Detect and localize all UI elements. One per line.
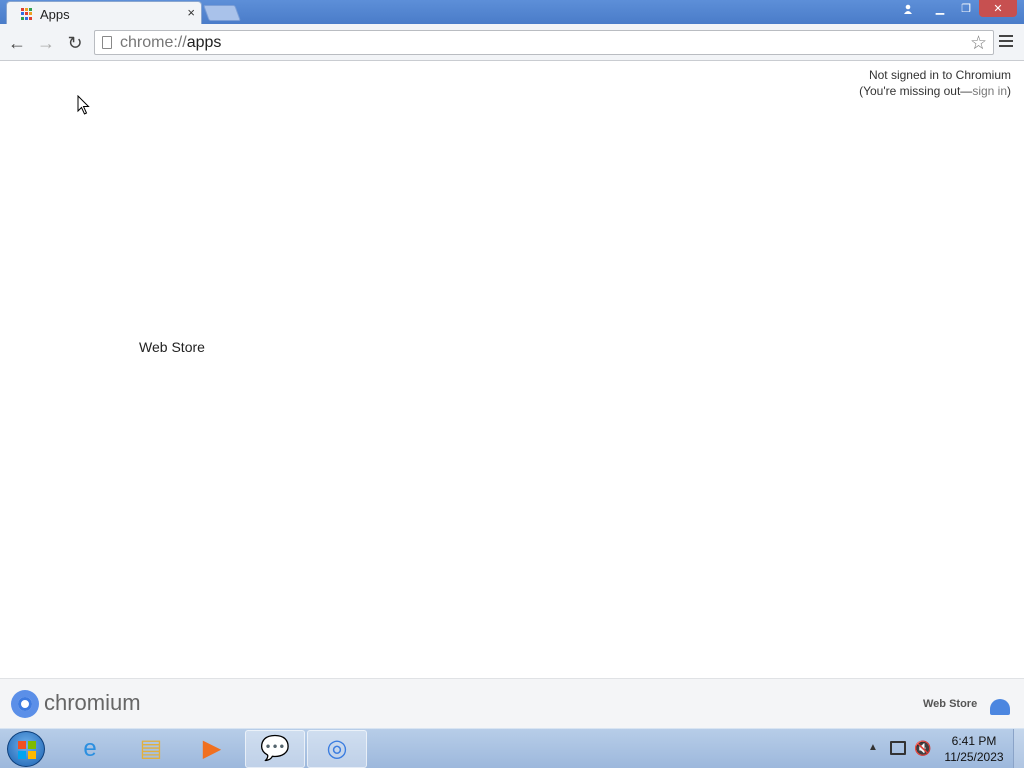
messenger-glyph: 💬 — [260, 735, 290, 762]
system-clock[interactable]: 6:41 PM 11/25/2023 — [938, 733, 1010, 765]
tab-strip: Apps × ▁ ❐ ✕ — [0, 0, 1024, 25]
back-button[interactable]: ← — [6, 32, 28, 54]
chromium-glyph: ◎ — [326, 735, 348, 762]
show-hidden-icons-chevron-icon[interactable]: ▲ — [868, 742, 878, 753]
clock-date: 11/25/2023 — [944, 750, 1004, 764]
show-desktop-button[interactable] — [1013, 729, 1024, 768]
footer-web-store-link[interactable]: Web Store — [923, 698, 977, 710]
signin-status: Not signed in to Chromium — [868, 68, 1011, 82]
clock-time: 6:41 PM — [951, 734, 997, 748]
ie-glyph: e — [83, 735, 97, 762]
url-host: apps — [186, 34, 222, 51]
signin-promo: Not signed in to Chromium (You're missin… — [859, 67, 1011, 99]
tab-title: Apps — [40, 7, 70, 22]
footer-brand: chromium — [44, 690, 141, 715]
web-store-icon[interactable] — [990, 699, 1010, 715]
volume-muted-icon[interactable]: 🔇 — [914, 740, 931, 757]
taskbar-file-explorer-icon[interactable]: ▤ — [121, 730, 181, 768]
close-window-button[interactable]: ✕ — [979, 0, 1017, 17]
media-glyph: ▶ — [202, 735, 222, 762]
windows-logo-icon — [18, 741, 36, 759]
forward-button[interactable]: → — [35, 32, 57, 54]
chromium-logo-icon — [11, 690, 39, 718]
tab-close-icon[interactable]: × — [187, 6, 195, 20]
signin-prompt: (You're missing out—sign in) — [859, 83, 1011, 99]
taskbar: e ▤ ▶ 💬 ◎ ▲ 🔇 6:41 PM 11/25/2023 — [0, 728, 1024, 768]
app-tile-web-store[interactable]: Web Store — [110, 332, 234, 362]
signin-prompt-end: ) — [1007, 84, 1011, 98]
hamburger-menu-icon[interactable] — [999, 35, 1013, 49]
signin-prompt-text: (You're missing out— — [859, 84, 973, 98]
taskbar-media-player-icon[interactable]: ▶ — [182, 730, 242, 768]
app-tile-label: Web Store — [139, 339, 205, 355]
reload-button[interactable]: ↻ — [64, 32, 86, 54]
apps-grid-icon — [21, 8, 33, 20]
mouse-cursor-icon — [77, 95, 90, 115]
address-bar[interactable]: chrome://apps ☆ — [94, 30, 994, 55]
taskbar-messenger-icon[interactable]: 💬 — [245, 730, 305, 768]
network-icon[interactable] — [890, 741, 906, 755]
signin-link[interactable]: sign in — [972, 84, 1007, 98]
tab-apps[interactable]: Apps × — [6, 1, 202, 25]
folder-glyph: ▤ — [139, 735, 163, 762]
apps-page-footer: chromium Web Store — [0, 678, 1024, 728]
maximize-button[interactable]: ❐ — [953, 0, 979, 17]
start-button[interactable] — [7, 731, 45, 767]
url-text[interactable]: chrome://apps — [120, 34, 221, 52]
browser-toolbar: ← → ↻ chrome://apps ☆ — [0, 24, 1024, 61]
bookmark-star-icon[interactable]: ☆ — [970, 32, 987, 55]
taskbar-internet-explorer-icon[interactable]: e — [60, 730, 120, 768]
page-icon — [102, 36, 112, 49]
url-scheme: chrome:// — [120, 34, 187, 51]
taskbar-chromium-icon[interactable]: ◎ — [307, 730, 367, 768]
minimize-button[interactable]: ▁ — [927, 0, 953, 17]
new-tab-button[interactable] — [203, 5, 241, 21]
profile-icon[interactable] — [896, 0, 920, 17]
